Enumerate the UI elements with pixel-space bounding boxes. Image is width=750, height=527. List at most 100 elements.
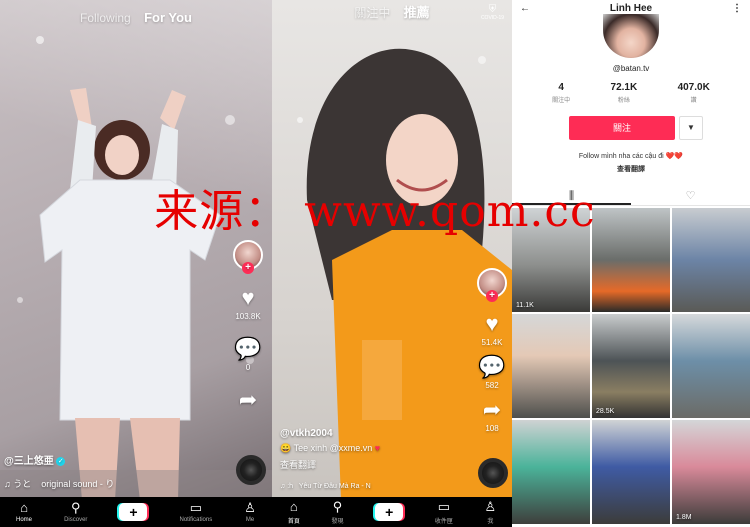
- tab-following-zh[interactable]: 關注中: [354, 6, 390, 20]
- share-icon[interactable]: ➦: [483, 398, 501, 422]
- covid-button[interactable]: ⛨ COVID-19: [481, 4, 504, 21]
- dropdown-toggle[interactable]: ▼: [679, 116, 703, 140]
- share-count-2: 108: [485, 424, 499, 433]
- feed-tabs-zh: 關注中 推薦: [272, 2, 512, 21]
- video-thumb[interactable]: [672, 314, 750, 418]
- comment-count-2: 582: [485, 381, 499, 390]
- caption-text-2: Tee xinh @xxme.vn: [293, 443, 373, 453]
- caret-down-icon: ▼: [687, 123, 695, 132]
- action-rail-2: + ♥ 51.4K 💬 582 ➦ 108: [477, 268, 507, 433]
- bio-translate-link[interactable]: 查看翻譯: [512, 164, 750, 174]
- nav-home[interactable]: ⌂ 首頁: [288, 498, 300, 525]
- comment-icon[interactable]: 💬: [478, 355, 505, 379]
- heart-icon[interactable]: ♥: [241, 286, 254, 310]
- stat-likes: 407.0K 讚: [677, 82, 710, 104]
- video-caption-2: @vtkh2004 😀 Tee xinh @xxme.vn ♥ 查看翻譯 ♫ :…: [280, 428, 381, 490]
- tab-for-you[interactable]: For You: [144, 10, 192, 25]
- more-icon[interactable]: ⋮: [732, 3, 742, 14]
- covid-label: COVID-19: [480, 15, 504, 21]
- stat-following[interactable]: 4 關注中: [552, 82, 570, 104]
- video-thumb[interactable]: 11.1K: [512, 208, 590, 312]
- profile-name: Linh Hee: [609, 2, 653, 14]
- creator-username-2[interactable]: @vtkh2004: [280, 428, 380, 439]
- video-thumb[interactable]: [512, 420, 590, 524]
- video-thumb[interactable]: 28.5K: [592, 314, 670, 418]
- nav-notifications[interactable]: ▭ Notifications: [180, 500, 213, 524]
- video-thumb[interactable]: 1.8M: [672, 420, 750, 524]
- nav-me[interactable]: ♙ Me: [244, 500, 256, 524]
- profile-icon: ♙: [484, 498, 497, 514]
- profile-stats: 4 關注中 72.1K 粉絲 407.0K 讚: [512, 82, 750, 104]
- view-count: 28.5K: [596, 408, 615, 415]
- heart-emoji-icon: ♥: [374, 443, 381, 453]
- video-grid: 11.1K 28.5K 1.8M: [512, 208, 750, 524]
- bottom-nav: ⌂ Home ⚲ Discover + ▭ Notifications ♙ Me: [0, 497, 272, 527]
- video-panel-recommended[interactable]: 關注中 推薦 ⛨ COVID-19 + ♥ 51.4K 💬 582 ➦ 108 …: [272, 0, 512, 527]
- nav-create[interactable]: +: [119, 503, 148, 521]
- tab-following[interactable]: Following: [80, 11, 131, 25]
- profile-panel: ← Linh Hee ⋮ @batan.tv 4 關注中 72.1K 粉絲 407.…: [512, 0, 750, 527]
- nav-create[interactable]: +: [375, 503, 404, 521]
- inbox-icon: ▭: [437, 498, 450, 514]
- grin-emoji-icon: 😀: [280, 443, 292, 453]
- creator-avatar-2[interactable]: +: [477, 268, 507, 302]
- create-icon: +: [119, 503, 148, 521]
- profile-bio: Follow mình nha các cậu đi ❤️❤️: [578, 153, 684, 160]
- discover-icon: ⚲: [70, 500, 81, 515]
- sound-name[interactable]: original sound - り: [41, 479, 114, 489]
- music-note-icon: ♫: [4, 479, 11, 489]
- dancer-figure: [0, 36, 272, 527]
- profile-handle: @batan.tv: [612, 64, 650, 73]
- view-count: 11.1K: [516, 302, 534, 309]
- sound-name-2[interactable]: Yêu Từ Đâu Mà Ra - N: [299, 483, 371, 490]
- tab-recommended[interactable]: 推薦: [404, 5, 430, 20]
- music-disc-icon[interactable]: [236, 455, 266, 485]
- discover-icon: ⚲: [332, 498, 343, 514]
- home-icon: ⌂: [20, 500, 28, 515]
- stat-followers[interactable]: 72.1K 粉絲: [611, 82, 638, 104]
- back-arrow-icon[interactable]: ←: [520, 3, 530, 14]
- video-thumb[interactable]: [512, 314, 590, 418]
- action-rail: + ♥ 103.8K 💬 0 ➦: [233, 240, 263, 412]
- music-note-icon: ♫: [280, 483, 286, 490]
- comment-icon[interactable]: 💬: [234, 337, 261, 361]
- profile-avatar[interactable]: [603, 14, 659, 58]
- inbox-icon: ▭: [189, 500, 202, 515]
- creator-username[interactable]: @三上悠亜: [4, 456, 54, 467]
- bottom-nav-zh: ⌂ 首頁 ⚲ 發現 + ▭ 收件匣 ♙ 我: [272, 497, 512, 527]
- profile-icon: ♙: [244, 500, 256, 515]
- creator-avatar[interactable]: +: [233, 240, 263, 274]
- tab-liked[interactable]: ♡: [631, 186, 750, 205]
- nav-inbox[interactable]: ▭ 收件匣: [435, 498, 453, 525]
- feed-tabs: Following For You: [0, 10, 272, 25]
- grid-icon: ⫼: [568, 190, 575, 202]
- like-count: 103.8K: [235, 312, 261, 321]
- video-caption: @三上悠亜 ✓ ♫ うと original sound - り: [4, 452, 114, 490]
- follow-plus-icon[interactable]: +: [486, 290, 498, 302]
- home-icon: ⌂: [289, 498, 298, 514]
- nav-home[interactable]: ⌂ Home: [16, 500, 32, 524]
- like-count-2: 51.4K: [481, 338, 503, 347]
- profile-tabs: ⫼ ♡: [512, 186, 750, 206]
- follow-button[interactable]: 關注: [569, 116, 675, 140]
- shield-icon: ⛨: [488, 4, 497, 15]
- heart-icon[interactable]: ♥: [485, 312, 498, 336]
- verified-icon: ✓: [56, 457, 66, 467]
- nav-discover[interactable]: ⚲ 發現: [332, 498, 344, 525]
- video-thumb[interactable]: [672, 208, 750, 312]
- share-icon[interactable]: ➦: [239, 388, 257, 412]
- translate-link[interactable]: 查看翻譯: [280, 458, 380, 471]
- view-count: 1.8M: [676, 514, 692, 521]
- nav-discover[interactable]: ⚲ Discover: [64, 500, 87, 524]
- follow-plus-icon[interactable]: +: [242, 262, 254, 274]
- video-thumb[interactable]: [592, 208, 670, 312]
- create-icon: +: [375, 503, 404, 521]
- tab-videos[interactable]: ⫼: [512, 186, 631, 205]
- nav-me[interactable]: ♙ 我: [484, 498, 497, 525]
- music-disc-icon[interactable]: [478, 458, 508, 488]
- video-thumb[interactable]: [592, 420, 670, 524]
- caption-text: うと: [13, 479, 32, 489]
- comment-count: 0: [245, 363, 251, 372]
- video-panel-for-you[interactable]: Following For You + ♥ 103.8K 💬 0 ➦ @三上悠亜…: [0, 0, 272, 527]
- liked-heart-icon: ♡: [685, 190, 696, 202]
